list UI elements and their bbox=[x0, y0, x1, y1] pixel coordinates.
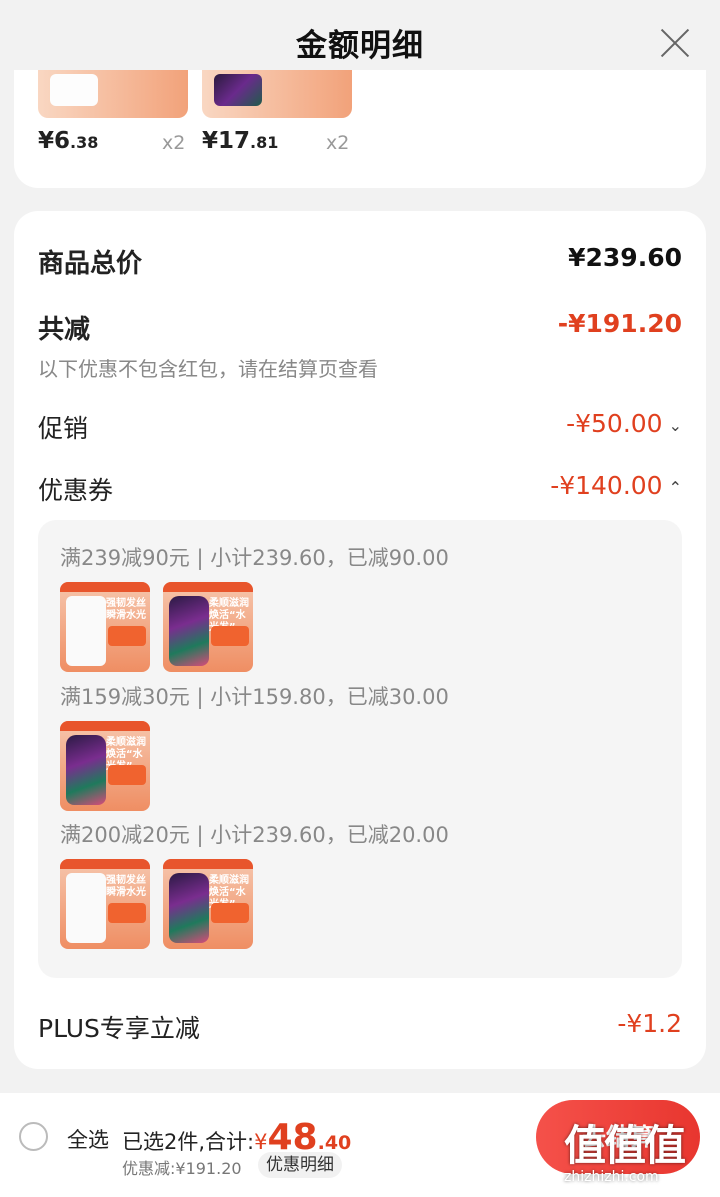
currency-symbol: ¥ bbox=[254, 1130, 268, 1154]
coupon-rule: 满159减30元 | 小计159.80，已减30.00 bbox=[60, 685, 449, 709]
reduce-label: 共减 bbox=[38, 315, 91, 345]
item-price: ¥6.38 bbox=[38, 128, 99, 154]
coupon-rule: 满200减20元 | 小计239.60，已减20.00 bbox=[60, 823, 449, 847]
coupon-row-value[interactable]: -¥140.00 ⌃ bbox=[550, 471, 682, 500]
sheet-title: 金额明细 bbox=[296, 28, 424, 64]
bottle-image bbox=[214, 74, 262, 106]
item-quantity: x2 bbox=[162, 132, 186, 154]
product-thumbnail-pouch[interactable]: 强韧发丝 瞬滑水光 bbox=[60, 582, 150, 672]
amount-detail-sheet: 金额明细 ¥6.38 x2 ¥17.81 x2 商品总价 ¥239.60 共减 … bbox=[0, 0, 720, 1197]
promo-value: -¥50.00 bbox=[566, 409, 663, 438]
coupon-label[interactable]: 优惠券 bbox=[38, 471, 113, 507]
item-thumbnail-pouch[interactable] bbox=[38, 70, 188, 118]
watermark-url: zhizhizhi.com bbox=[564, 1169, 659, 1185]
chevron-up-icon[interactable]: ⌃ bbox=[669, 478, 682, 497]
bottle-image bbox=[66, 735, 106, 805]
watermark-logo: 值值值 bbox=[564, 1121, 686, 1170]
discount-detail-button[interactable]: 优惠明细 bbox=[258, 1152, 342, 1178]
product-thumbnail-bottle[interactable]: 柔顺滋润 焕活“水光发” bbox=[163, 859, 253, 949]
promo-label[interactable]: 促销 bbox=[38, 409, 88, 445]
promo-row-value[interactable]: -¥50.00 ⌄ bbox=[566, 409, 682, 438]
coupon-detail-panel: 满239减90元 | 小计239.60，已减90.00 强韧发丝 瞬滑水光 柔顺… bbox=[38, 520, 682, 978]
site-watermark: 值值值 zhizhizhi.com bbox=[564, 1112, 714, 1192]
product-thumbnail-pouch[interactable]: 强韧发丝 瞬滑水光 bbox=[60, 859, 150, 949]
select-all-radio[interactable] bbox=[19, 1122, 48, 1151]
chevron-down-icon[interactable]: ⌄ bbox=[669, 416, 682, 435]
plus-discount-label: PLUS专享立减 bbox=[38, 1014, 200, 1043]
item-price: ¥17.81 bbox=[202, 128, 279, 154]
product-thumbnail-bottle[interactable]: 柔顺滋润 焕活“水光发” bbox=[60, 721, 150, 811]
coupon-value: -¥140.00 bbox=[550, 471, 663, 500]
product-label: 强韧发丝 瞬滑水光 bbox=[106, 598, 146, 621]
price-breakdown-card: 商品总价 ¥239.60 共减 -¥191.20 以下优惠不包含红包，请在结算页… bbox=[14, 211, 706, 1069]
bottle-image bbox=[169, 596, 209, 666]
product-label: 强韧发丝 瞬滑水光 bbox=[106, 875, 146, 898]
total-label: 商品总价 bbox=[38, 249, 143, 279]
bottle-image bbox=[169, 873, 209, 943]
pouch-image bbox=[50, 74, 98, 106]
total-decimal: .40 bbox=[317, 1132, 352, 1154]
reduce-value: -¥191.20 bbox=[557, 309, 682, 338]
discount-summary: 优惠减:¥191.20 bbox=[122, 1159, 242, 1178]
total-value: ¥239.60 bbox=[568, 243, 682, 272]
selected-count-text: 已选2件,合计: bbox=[122, 1130, 255, 1154]
pouch-image bbox=[66, 873, 106, 943]
product-thumbnail-bottle[interactable]: 柔顺滋润 焕活“水光发” bbox=[163, 582, 253, 672]
coupon-rule: 满239减90元 | 小计239.60，已减90.00 bbox=[60, 546, 449, 570]
plus-discount-value: -¥1.2 bbox=[617, 1009, 682, 1038]
reduce-note: 以下优惠不包含红包，请在结算页查看 bbox=[38, 357, 378, 381]
select-all-label[interactable]: 全选 bbox=[67, 1124, 109, 1154]
item-quantity: x2 bbox=[326, 132, 350, 154]
close-icon[interactable] bbox=[658, 26, 692, 60]
selected-items-card: ¥6.38 x2 ¥17.81 x2 bbox=[14, 70, 706, 188]
item-thumbnail-bottle[interactable] bbox=[202, 70, 352, 118]
pouch-image bbox=[66, 596, 106, 666]
